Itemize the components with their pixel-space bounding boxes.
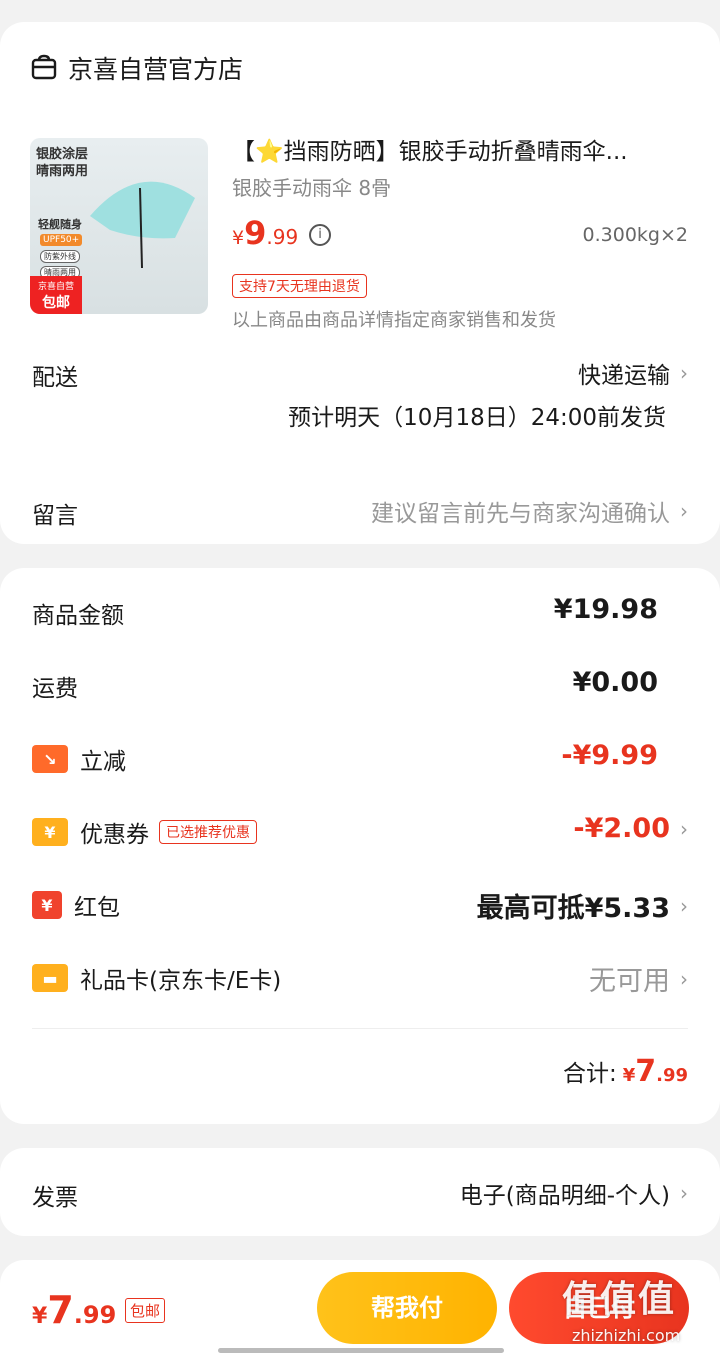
red-packet-row[interactable]: ¥ 红包	[32, 888, 120, 922]
return-policy-badge: 支持7天无理由退货	[232, 274, 367, 298]
coupon-icon: ¥	[32, 818, 68, 846]
watermark-logo: 值值值	[562, 1279, 677, 1320]
chevron-right-icon: ›	[680, 893, 688, 918]
gift-card-value-row[interactable]: 无可用 ›	[589, 959, 688, 998]
message-placeholder: 建议留言前先与商家沟通确认	[371, 501, 670, 527]
chevron-right-icon: ›	[680, 361, 688, 385]
delivery-eta: 预计明天（10月18日）24:00前发货	[288, 405, 666, 431]
red-packet-icon: ¥	[32, 891, 62, 919]
store-icon	[31, 54, 57, 80]
total-decimal: .99	[656, 1065, 688, 1086]
goods-amount: ¥19.98	[554, 594, 688, 625]
chevron-right-icon: ›	[680, 499, 688, 523]
order-store-card: 京喜自营官方店 银胶涂层 晴雨两用 轻舰随身 UPF50+ 防紫外线 晴雨两用 …	[0, 22, 720, 544]
gift-card-row[interactable]: ▬ 礼品卡(京东卡/E卡)	[32, 961, 281, 995]
divider	[32, 1028, 688, 1029]
bottom-total-price: ¥ 7 .99	[32, 1288, 117, 1332]
product-price: ¥ 9 .99	[232, 214, 299, 252]
coupon-value: -¥2.00	[573, 813, 670, 844]
gift-card-icon: ▬	[32, 964, 68, 992]
product-image[interactable]: 银胶涂层 晴雨两用 轻舰随身 UPF50+ 防紫外线 晴雨两用 京喜自营 包邮	[30, 138, 208, 314]
delivery-label: 配送	[32, 365, 78, 391]
price-drop-icon: ↘	[32, 745, 68, 773]
info-icon[interactable]: i	[309, 224, 331, 246]
product-title[interactable]: 【⭐挡雨防晒】银胶手动折叠晴雨伞...	[232, 132, 692, 166]
total-currency: ¥	[622, 1065, 636, 1086]
red-packet-value-row[interactable]: 最高可抵¥5.33 ›	[477, 886, 688, 925]
delivery-method-text: 快递运输	[578, 363, 670, 389]
invoice-card[interactable]: 发票 电子(商品明细-个人) ›	[0, 1148, 720, 1236]
shipping-fee: ¥0.00	[573, 667, 688, 698]
instant-discount-value: -¥9.99	[561, 740, 658, 771]
price-summary-card: 商品金额 ¥19.98 运费 ¥0.00 ↘ 立减 -¥9.99 ¥ 优惠券 已…	[0, 568, 720, 1124]
invoice-value: 电子(商品明细-个人)	[459, 1183, 670, 1209]
order-total: 合计: ¥ 7 .99	[563, 1054, 688, 1089]
umbrella-illustration	[90, 181, 195, 269]
free-shipping-ribbon: 京喜自营 包邮	[30, 276, 82, 314]
goods-amount-label: 商品金额	[32, 603, 124, 629]
watermark-url: zhizhizhi.com	[572, 1326, 681, 1345]
coupon-recommended-tag: 已选推荐优惠	[159, 820, 257, 844]
shipping-fee-label: 运费	[32, 676, 78, 702]
chevron-right-icon: ›	[680, 966, 688, 991]
invoice-value-row[interactable]: 电子(商品明细-个人) ›	[460, 1176, 688, 1210]
coupon-value-row[interactable]: -¥2.00 ›	[573, 813, 688, 844]
chevron-right-icon: ›	[680, 816, 688, 841]
total-label: 合计:	[562, 1061, 617, 1087]
red-packet-label: 红包	[74, 895, 120, 921]
home-indicator[interactable]	[218, 1348, 504, 1353]
upf-badge: UPF50+	[40, 234, 83, 246]
goods-amount-value: ¥19.98	[553, 594, 658, 625]
coupon-row[interactable]: ¥ 优惠券 已选推荐优惠	[32, 815, 257, 849]
free-shipping-badge: 包邮	[125, 1298, 166, 1323]
gift-card-value: 无可用	[589, 966, 670, 997]
uv-tag: 防紫外线	[40, 250, 80, 263]
chevron-right-icon: ›	[680, 1181, 688, 1205]
gift-card-label: 礼品卡(京东卡/E卡)	[80, 968, 282, 994]
product-spec: 银胶手动雨伞 8骨	[232, 176, 392, 200]
product-image-tagline: 轻舰随身	[38, 218, 82, 231]
seller-note: 以上商品由商品详情指定商家销售和发货	[232, 310, 556, 331]
message-input[interactable]: 建议留言前先与商家沟通确认 ›	[371, 494, 688, 528]
instant-discount-label: 立减	[80, 749, 126, 775]
instant-discount: -¥9.99	[561, 740, 688, 771]
delivery-method[interactable]: 快递运输 ›	[578, 356, 688, 390]
red-packet-value: 最高可抵¥5.33	[476, 893, 670, 924]
store-name: 京喜自营官方店	[68, 55, 244, 84]
coupon-label: 优惠券	[80, 822, 149, 848]
store-header[interactable]: 京喜自营官方店	[30, 50, 243, 86]
site-watermark: 值值值 zhizhizhi.com	[562, 1270, 712, 1352]
product-weight-quantity: 0.300kg×2	[582, 224, 688, 246]
instant-discount-row: ↘ 立减	[32, 742, 126, 776]
shipping-fee-value: ¥0.00	[572, 667, 658, 698]
total-integer: 7	[635, 1054, 657, 1089]
help-me-pay-button[interactable]: 帮我付	[317, 1272, 497, 1344]
message-label: 留言	[32, 503, 78, 529]
invoice-label: 发票	[32, 1185, 78, 1211]
